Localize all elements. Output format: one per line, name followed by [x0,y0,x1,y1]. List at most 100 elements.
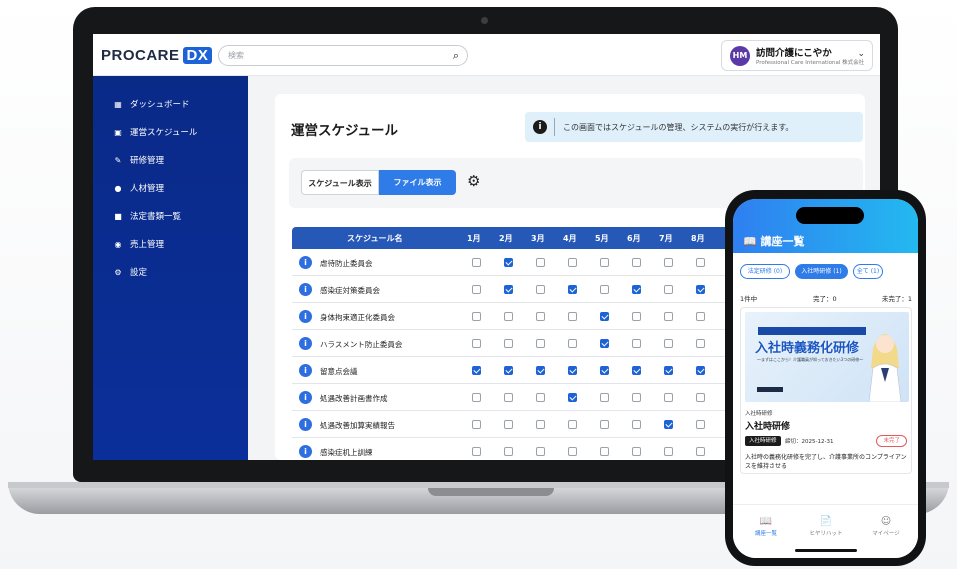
month-checkbox[interactable] [632,420,641,429]
month-checkbox[interactable] [504,312,513,321]
row-info-icon[interactable]: i [299,310,312,323]
user-menu[interactable]: HM 訪問介護にこやか Professional Care Internatio… [721,40,873,71]
banner-logo [757,387,783,392]
month-checkbox[interactable] [696,447,705,456]
sidebar-item-label: 法定書類一覧 [130,212,182,222]
month-checkbox[interactable] [504,447,513,456]
month-checkbox[interactable] [632,339,641,348]
row-info-icon[interactable]: i [299,256,312,269]
search-input[interactable]: 検索 [228,50,244,61]
row-info-icon[interactable]: i [299,391,312,404]
month-checkbox[interactable] [536,339,545,348]
month-checkbox[interactable] [696,312,705,321]
month-checkbox[interactable] [568,258,577,267]
month-checkbox[interactable] [472,258,481,267]
row-info-icon[interactable]: i [299,283,312,296]
month-checkbox[interactable] [600,285,609,294]
month-checkbox[interactable] [632,258,641,267]
month-checkbox[interactable] [472,447,481,456]
month-checkbox[interactable] [696,258,705,267]
month-checkbox[interactable] [536,258,545,267]
sidebar-item-sales[interactable]: ◉ 売上管理 [113,238,165,251]
month-checkbox[interactable] [536,312,545,321]
row-info-icon[interactable]: i [299,418,312,431]
month-checkbox[interactable] [472,312,481,321]
month-checkbox[interactable] [536,447,545,456]
chip-legal-training[interactable]: 法定研修 (0) [740,264,790,279]
month-checkbox[interactable] [664,339,673,348]
month-checkbox[interactable] [664,285,673,294]
month-checkbox[interactable] [696,366,705,375]
month-checkbox[interactable] [536,285,545,294]
month-checkbox[interactable] [696,393,705,402]
tab-mypage[interactable]: ☺ マイページ [861,516,911,537]
sidebar-item-settings[interactable]: ⚙ 設定 [113,266,147,279]
month-checkbox[interactable] [536,366,545,375]
month-checkbox[interactable] [472,339,481,348]
schedule-name: 留意点会議 [320,367,358,376]
month-checkbox[interactable] [600,366,609,375]
row-info-icon[interactable]: i [299,364,312,377]
month-checkbox[interactable] [504,420,513,429]
month-checkbox[interactable] [568,366,577,375]
month-checkbox[interactable] [536,393,545,402]
file-view-button[interactable]: ファイル表示 [379,170,456,195]
sidebar-item-documents[interactable]: ■ 法定書類一覧 [113,210,182,223]
month-checkbox[interactable] [536,420,545,429]
month-checkbox[interactable] [600,393,609,402]
month-checkbox[interactable] [472,420,481,429]
sidebar-item-dashboard[interactable]: ▦ ダッシュボード [113,98,189,111]
chip-onboarding-training[interactable]: 入社時研修 (1) [795,264,848,279]
month-checkbox[interactable] [600,447,609,456]
chip-all[interactable]: 全て (1) [853,264,883,279]
row-info-icon[interactable]: i [299,445,312,458]
tab-course-list[interactable]: 📖 講座一覧 [741,516,791,537]
settings-gear-icon[interactable]: ⚙ [467,172,480,190]
month-checkbox[interactable] [504,258,513,267]
month-checkbox[interactable] [664,312,673,321]
search-box[interactable]: 検索 ⌕ [218,45,468,66]
month-checkbox[interactable] [600,312,609,321]
month-checkbox[interactable] [664,420,673,429]
stage: PROCARE DX 検索 ⌕ HM 訪問介護にこやか Professional … [0,0,957,569]
month-checkbox[interactable] [568,285,577,294]
month-checkbox[interactable] [600,420,609,429]
schedule-view-button[interactable]: スケジュール表示 [301,170,379,195]
sidebar-item-staff[interactable]: ● 人材管理 [113,182,165,195]
month-checkbox[interactable] [504,285,513,294]
month-checkbox[interactable] [504,393,513,402]
month-checkbox[interactable] [568,312,577,321]
sidebar-item-training[interactable]: ✎ 研修管理 [113,154,164,167]
month-checkbox[interactable] [632,393,641,402]
month-checkbox[interactable] [472,366,481,375]
month-checkbox[interactable] [504,339,513,348]
brand-logo[interactable]: PROCARE DX [101,47,213,64]
month-checkbox[interactable] [664,258,673,267]
month-checkbox[interactable] [472,393,481,402]
month-checkbox[interactable] [568,447,577,456]
chevron-down-icon[interactable]: ⌄ [857,49,865,59]
month-checkbox[interactable] [664,447,673,456]
month-checkbox[interactable] [568,393,577,402]
month-checkbox[interactable] [568,420,577,429]
month-checkbox[interactable] [568,339,577,348]
month-checkbox[interactable] [664,393,673,402]
month-checkbox[interactable] [696,285,705,294]
month-checkbox[interactable] [696,339,705,348]
sidebar-item-schedule[interactable]: ▣ 運営スケジュール [113,126,197,139]
course-banner: 入社時義務化研修 〜まずはここから！介護職員が知っておきたい3つの研修〜 [745,312,909,402]
month-checkbox[interactable] [632,366,641,375]
month-checkbox[interactable] [600,339,609,348]
month-checkbox[interactable] [600,258,609,267]
row-info-icon[interactable]: i [299,337,312,350]
course-card[interactable]: 入社時義務化研修 〜まずはここから！介護職員が知っておきたい3つの研修〜 入社時… [740,307,912,474]
search-icon[interactable]: ⌕ [453,49,459,63]
month-checkbox[interactable] [664,366,673,375]
month-checkbox[interactable] [504,366,513,375]
month-checkbox[interactable] [632,447,641,456]
month-checkbox[interactable] [632,285,641,294]
month-checkbox[interactable] [472,285,481,294]
tab-near-miss[interactable]: 📄 ヒヤリハット [801,516,851,537]
month-checkbox[interactable] [632,312,641,321]
month-checkbox[interactable] [696,420,705,429]
